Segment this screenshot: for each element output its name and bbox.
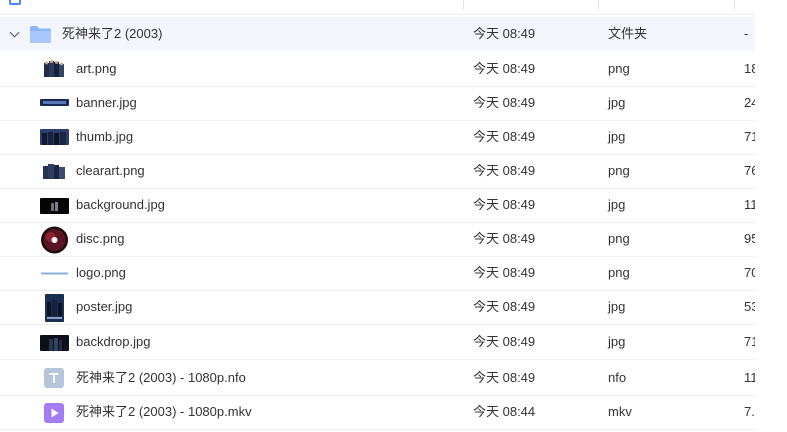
file-modified-date: 今天 08:49: [473, 299, 536, 314]
file-modified-date: 今天 08:49: [473, 265, 536, 280]
file-row[interactable]: poster.jpg 今天 08:49 jpg 53: [0, 290, 755, 325]
column-divider: [734, 0, 735, 10]
file-name: backdrop.jpg: [76, 334, 151, 349]
file-type: jpg: [608, 299, 626, 314]
select-all-checkbox[interactable]: [9, 0, 21, 5]
file-row[interactable]: 死神来了2 (2003) - 1080p.mkv 今天 08:44 mkv 7.: [0, 395, 755, 430]
file-size: 11: [744, 370, 755, 385]
file-name: clearart.png: [76, 163, 145, 178]
file-type: jpg: [608, 95, 626, 110]
poster-thumbnail-icon: [45, 294, 64, 322]
file-type: png: [608, 163, 630, 178]
background-thumbnail-icon: [40, 198, 69, 214]
file-row[interactable]: clearart.png 今天 08:49 png 76: [0, 154, 755, 189]
file-modified-date: 今天 08:49: [473, 334, 536, 349]
file-size: 7.: [744, 404, 755, 419]
backdrop-thumbnail-icon: [40, 335, 69, 351]
folder-type: 文件夹: [608, 26, 648, 41]
file-type: jpg: [608, 197, 626, 212]
file-name: disc.png: [76, 231, 125, 246]
file-modified-date: 今天 08:49: [473, 197, 536, 212]
column-header: [0, 0, 755, 15]
file-row[interactable]: banner.jpg 今天 08:49 jpg 24: [0, 86, 755, 121]
file-size: 11: [744, 197, 755, 212]
file-name: thumb.jpg: [76, 129, 134, 144]
text-file-icon: [44, 368, 64, 388]
file-type: png: [608, 265, 630, 280]
file-size: 53: [744, 299, 755, 314]
file-type: jpg: [608, 129, 626, 144]
file-name: art.png: [76, 61, 117, 76]
file-modified-date: 今天 08:49: [473, 129, 536, 144]
file-type: nfo: [608, 370, 627, 385]
file-size: 71: [744, 129, 755, 144]
folder-modified-date: 今天 08:49: [473, 26, 536, 41]
file-size: 18: [744, 61, 755, 76]
file-modified-date: 今天 08:44: [473, 404, 536, 419]
file-name: banner.jpg: [76, 95, 137, 110]
file-size: 95: [744, 231, 755, 246]
video-file-icon: [44, 403, 64, 423]
file-row[interactable]: backdrop.jpg 今天 08:49 jpg 71: [0, 325, 755, 360]
file-type: png: [608, 231, 630, 246]
chevron-down-icon[interactable]: [9, 27, 20, 38]
thumb-thumbnail-icon: [40, 129, 69, 145]
logo-thumbnail-icon: [40, 271, 69, 276]
file-size: 76: [744, 163, 755, 178]
column-divider: [598, 0, 599, 10]
file-row[interactable]: background.jpg 今天 08:49 jpg 11: [0, 188, 755, 223]
file-row[interactable]: disc.png 今天 08:49 png 95: [0, 222, 755, 257]
file-name: background.jpg: [76, 197, 165, 212]
file-row[interactable]: art.png 今天 08:49 png 18: [0, 52, 755, 87]
clearart-thumbnail-icon: [42, 161, 66, 181]
folder-name: 死神来了2 (2003): [62, 26, 163, 41]
file-size: 70: [744, 265, 755, 280]
file-type: png: [608, 61, 630, 76]
file-modified-date: 今天 08:49: [473, 95, 536, 110]
banner-thumbnail-icon: [40, 99, 69, 106]
file-size: 24: [744, 95, 755, 110]
file-modified-date: 今天 08:49: [473, 61, 536, 76]
column-divider: [463, 0, 464, 10]
file-name: 死神来了2 (2003) - 1080p.nfo: [76, 370, 246, 385]
file-row[interactable]: logo.png 今天 08:49 png 70: [0, 256, 755, 291]
folder-icon: [30, 26, 51, 43]
file-size: 71: [744, 334, 755, 349]
folder-row[interactable]: 死神来了2 (2003) 今天 08:49 文件夹 -: [0, 17, 755, 51]
file-name: poster.jpg: [76, 299, 133, 314]
file-row[interactable]: thumb.jpg 今天 08:49 jpg 71: [0, 120, 755, 155]
file-list-panel: 死神来了2 (2003) 今天 08:49 文件夹 - art.png 今天 0…: [0, 0, 755, 432]
disc-thumbnail-icon: [41, 226, 68, 254]
art-thumbnail-icon: [42, 59, 66, 79]
file-name: logo.png: [76, 265, 126, 280]
file-modified-date: 今天 08:49: [473, 231, 536, 246]
file-name: 死神来了2 (2003) - 1080p.mkv: [76, 404, 252, 419]
file-row[interactable]: 死神来了2 (2003) - 1080p.nfo 今天 08:49 nfo 11: [0, 361, 755, 396]
file-type: jpg: [608, 334, 626, 349]
file-modified-date: 今天 08:49: [473, 163, 536, 178]
folder-size: -: [744, 26, 749, 41]
file-type: mkv: [608, 404, 632, 419]
file-modified-date: 今天 08:49: [473, 370, 536, 385]
